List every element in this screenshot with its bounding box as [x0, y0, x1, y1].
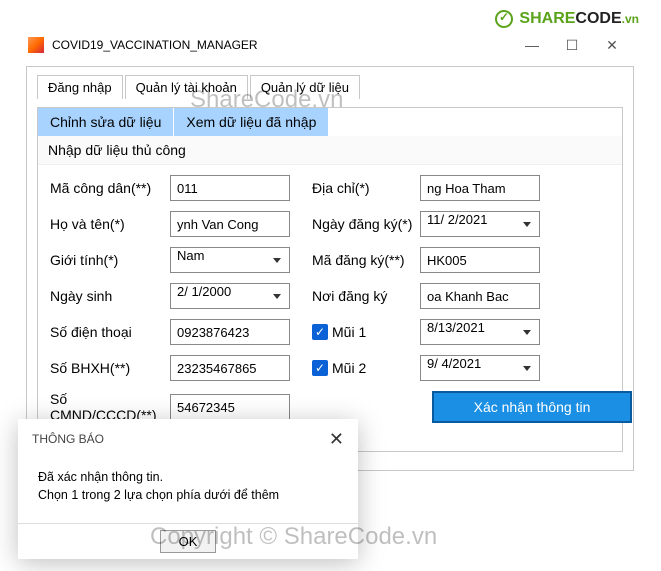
right-column: Địa chỉ(*) Ngày đăng ký(*) 11/ 2/2021 Mã…	[312, 175, 632, 433]
sdt-label: Số điện thoại	[50, 324, 170, 340]
ma-cong-dan-label: Mã công dân(**)	[50, 180, 170, 196]
mui1-date-picker[interactable]: 8/13/2021	[420, 319, 540, 345]
mui1-label: Mũi 1	[332, 324, 366, 340]
main-window: COVID19_VACCINATION_MANAGER — ☐ ✕ Đăng n…	[20, 30, 640, 477]
app-icon	[28, 37, 44, 53]
messagebox-close-icon[interactable]: ✕	[329, 429, 344, 450]
ngay-sinh-picker[interactable]: 2/ 1/2000	[170, 283, 290, 309]
gioi-tinh-select[interactable]: Nam	[170, 247, 290, 273]
confirm-button[interactable]: Xác nhận thông tin	[432, 391, 632, 423]
messagebox-ok-button[interactable]: OK	[160, 530, 217, 553]
tab-data-mgmt[interactable]: Quản lý dữ liệu	[250, 75, 360, 99]
tab-content: Chỉnh sửa dữ liệu Xem dữ liệu đã nhập Nh…	[37, 107, 623, 452]
check-icon: ✓	[312, 360, 328, 376]
logo-check-icon	[495, 10, 513, 28]
left-column: Mã công dân(**) Họ và tên(*) Giới tính(*…	[50, 175, 290, 433]
ngay-dk-label: Ngày đăng ký(*)	[312, 216, 420, 232]
ho-ten-label: Họ và tên(*)	[50, 216, 170, 232]
mui2-checkbox[interactable]: ✓ Mũi 2	[312, 360, 420, 376]
ma-dk-input[interactable]	[420, 247, 540, 273]
ma-dk-label: Mã đăng ký(**)	[312, 252, 420, 268]
sdt-input[interactable]	[170, 319, 290, 345]
titlebar: COVID19_VACCINATION_MANAGER — ☐ ✕	[20, 30, 640, 60]
tab-account-mgmt[interactable]: Quản lý tài khoản	[125, 75, 248, 99]
subtab-edit-data[interactable]: Chỉnh sửa dữ liệu	[38, 108, 174, 136]
tab-login[interactable]: Đăng nhập	[37, 75, 123, 99]
noi-dk-input[interactable]	[420, 283, 540, 309]
dia-chi-label: Địa chỉ(*)	[312, 180, 420, 196]
minimize-button[interactable]: —	[512, 37, 552, 53]
mui1-checkbox[interactable]: ✓ Mũi 1	[312, 324, 420, 340]
form-panel: Đăng nhập Quản lý tài khoản Quản lý dữ l…	[26, 66, 634, 471]
sharecode-logo: SHARECODE.vn	[495, 10, 639, 28]
mui2-label: Mũi 2	[332, 360, 366, 376]
mui2-date-picker[interactable]: 9/ 4/2021	[420, 355, 540, 381]
noi-dk-label: Nơi đăng ký	[312, 288, 420, 304]
ma-cong-dan-input[interactable]	[170, 175, 290, 201]
close-button[interactable]: ✕	[592, 37, 632, 54]
ho-ten-input[interactable]	[170, 211, 290, 237]
check-icon: ✓	[312, 324, 328, 340]
section-label: Nhập dữ liệu thủ công	[38, 136, 622, 165]
gioi-tinh-label: Giới tính(*)	[50, 252, 170, 268]
messagebox: THÔNG BÁO ✕ Đã xác nhận thông tin. Chọn …	[18, 419, 358, 560]
subtab-view-data[interactable]: Xem dữ liệu đã nhập	[174, 108, 329, 136]
messagebox-body: Đã xác nhận thông tin. Chọn 1 trong 2 lự…	[18, 460, 358, 524]
bhxh-label: Số BHXH(**)	[50, 360, 170, 376]
ngay-sinh-label: Ngày sinh	[50, 288, 170, 304]
window-title: COVID19_VACCINATION_MANAGER	[52, 38, 258, 52]
sub-tabs: Chỉnh sửa dữ liệu Xem dữ liệu đã nhập	[38, 108, 622, 136]
main-tabs: Đăng nhập Quản lý tài khoản Quản lý dữ l…	[37, 75, 623, 99]
bhxh-input[interactable]	[170, 355, 290, 381]
maximize-button[interactable]: ☐	[552, 37, 592, 54]
dia-chi-input[interactable]	[420, 175, 540, 201]
messagebox-title: THÔNG BÁO	[32, 432, 104, 446]
cmnd-input[interactable]	[170, 394, 290, 420]
ngay-dk-picker[interactable]: 11/ 2/2021	[420, 211, 540, 237]
